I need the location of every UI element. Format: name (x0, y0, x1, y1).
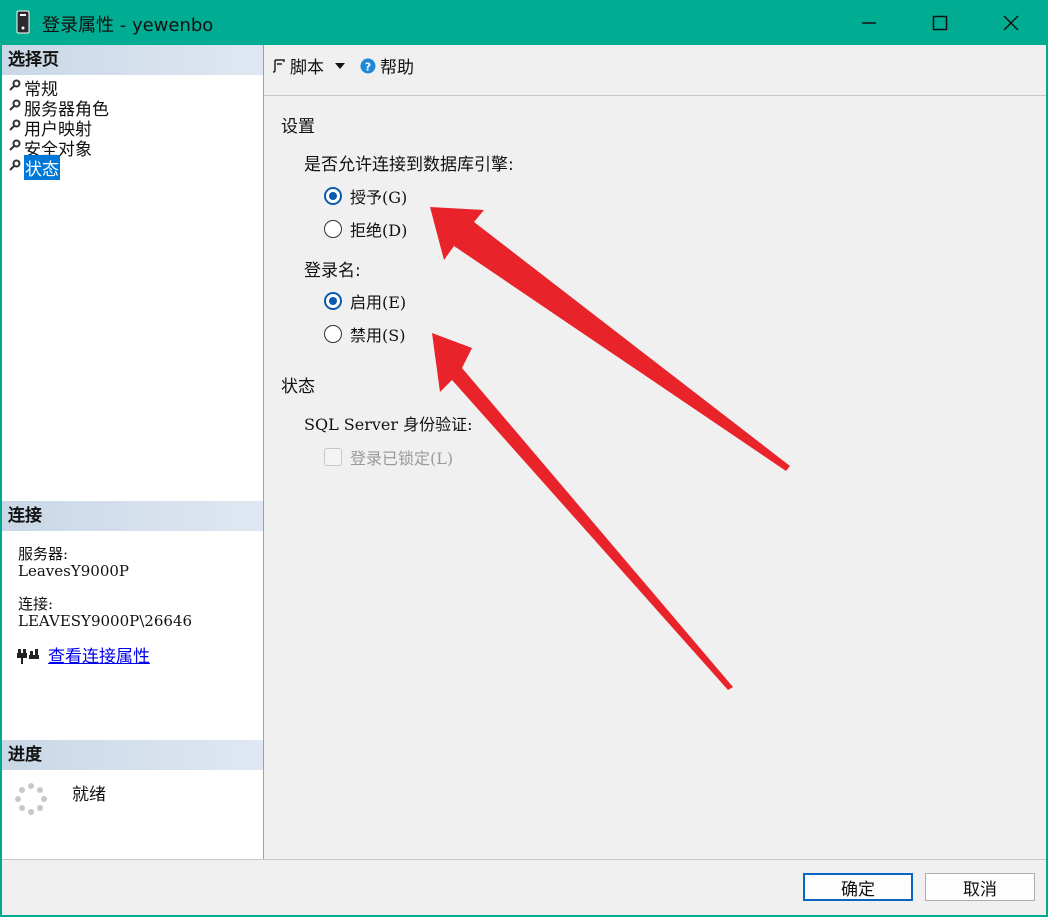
wrench-icon (8, 77, 24, 97)
status-page-content: 设置 是否允许连接到数据库引擎: 授予(G) 拒绝(D) 登录名: 启用(E) (264, 96, 1046, 859)
close-button[interactable] (988, 0, 1034, 45)
dialog-window: 登录属性 - yewenbo 选择页 常规 服务器角色 用户映射 安全对象 状态… (0, 0, 1048, 917)
view-connection-properties-link[interactable]: 查看连接属性 (48, 642, 150, 667)
enable-label: 启用(E) (350, 293, 407, 312)
grant-radio[interactable]: 授予(G) (324, 184, 407, 208)
radio-circle[interactable] (324, 292, 342, 310)
enable-radio[interactable]: 启用(E) (324, 289, 406, 313)
sidebar-item-status[interactable]: 状态 (8, 154, 109, 180)
ok-button[interactable]: 确定 (803, 873, 913, 901)
script-button[interactable]: 脚本 (272, 53, 346, 78)
minimize-icon (862, 21, 876, 24)
deny-radio[interactable]: 拒绝(D) (324, 217, 407, 241)
radio-circle[interactable] (324, 220, 342, 238)
title-bar[interactable]: 登录属性 - yewenbo (0, 0, 1048, 45)
script-icon (272, 58, 285, 73)
login-locked-label: 登录已锁定(L) (350, 449, 454, 468)
cancel-button[interactable]: 取消 (925, 873, 1035, 901)
login-label: 登录名: (304, 261, 361, 281)
maximize-button[interactable] (917, 0, 963, 45)
window-title: 登录属性 - yewenbo (42, 15, 214, 36)
progress-spinner-icon (15, 783, 47, 815)
close-icon (1003, 14, 1019, 31)
toolbar: 脚本 ? 帮助 (264, 45, 1046, 96)
wrench-icon (8, 157, 24, 177)
maximize-icon (932, 15, 948, 30)
deny-label: 拒绝(D) (350, 221, 408, 240)
connection-header: 连接 (2, 501, 263, 531)
dialog-footer: 确定 取消 (2, 859, 1046, 916)
chevron-down-icon[interactable] (334, 62, 346, 70)
grant-label: 授予(G) (350, 188, 408, 207)
wrench-icon (8, 97, 24, 117)
disable-label: 禁用(S) (350, 326, 406, 345)
wrench-icon (8, 137, 24, 157)
help-label: 帮助 (380, 58, 414, 78)
minimize-button[interactable] (846, 0, 892, 45)
script-label: 脚本 (290, 58, 324, 78)
help-icon: ? (360, 58, 376, 73)
login-locked-checkbox[interactable]: 登录已锁定(L) (324, 445, 453, 469)
radio-circle[interactable] (324, 325, 342, 343)
server-value: LeavesY9000P (18, 562, 129, 580)
wrench-icon (8, 117, 24, 137)
progress-status: 就绪 (72, 785, 106, 805)
sidebar-item-label: 状态 (24, 154, 60, 180)
page-list: 常规 服务器角色 用户映射 安全对象 状态 (8, 77, 109, 180)
plug-icon (17, 649, 39, 664)
server-icon (16, 10, 30, 34)
left-pane: 选择页 常规 服务器角色 用户映射 安全对象 状态 连接 服务器: Leaves… (2, 45, 264, 859)
svg-text:?: ? (365, 60, 371, 73)
sql-auth-label: SQL Server 身份验证: (304, 415, 473, 434)
checkbox-box[interactable] (324, 448, 342, 466)
connection-value: LEAVESY9000P\26646 (18, 612, 192, 630)
db-engine-permission-label: 是否允许连接到数据库引擎: (304, 155, 514, 175)
dialog-client: 选择页 常规 服务器角色 用户映射 安全对象 状态 连接 服务器: Leaves… (2, 45, 1046, 915)
status-section-title: 状态 (281, 377, 315, 397)
disable-radio[interactable]: 禁用(S) (324, 322, 405, 346)
help-button[interactable]: ? 帮助 (360, 53, 414, 78)
select-page-header: 选择页 (2, 45, 263, 75)
right-pane: 脚本 ? 帮助 设置 是否允许连接到数据库引擎: 授予(G) 拒绝(D) 登录名… (264, 45, 1046, 859)
connection-label: 连接: (18, 595, 54, 613)
progress-header: 进度 (2, 740, 263, 770)
settings-section-title: 设置 (281, 117, 315, 137)
radio-circle[interactable] (324, 187, 342, 205)
server-label: 服务器: (18, 545, 69, 563)
